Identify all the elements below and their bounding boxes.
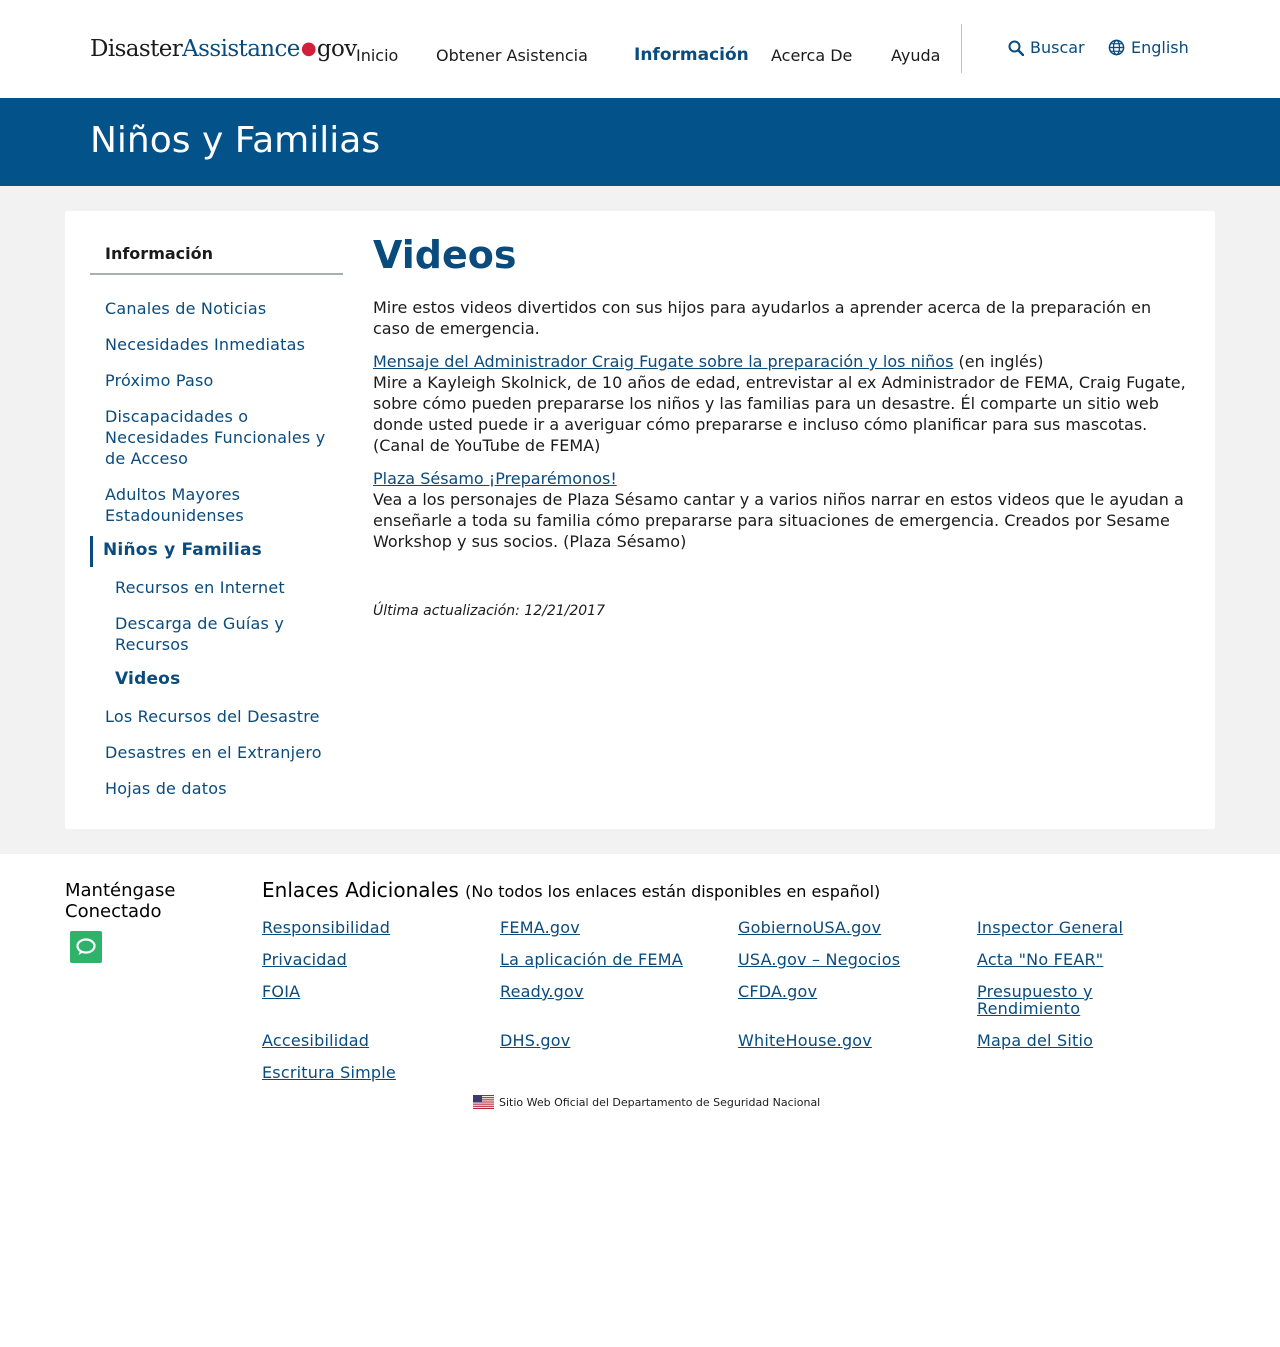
sidebar-divider bbox=[90, 273, 343, 275]
nav-inicio[interactable]: Inicio bbox=[356, 46, 398, 65]
video-entry-1: Mensaje del Administrador Craig Fugate s… bbox=[373, 351, 1188, 456]
footer-link-dhs[interactable]: DHS.gov bbox=[500, 1032, 700, 1049]
footer-link-presupuesto[interactable]: Presupuesto y Rendimiento bbox=[977, 983, 1127, 1017]
sidebar-item-ninos-familias[interactable]: Niños y Familias bbox=[103, 540, 338, 561]
footer-link-escritura-simple[interactable]: Escritura Simple bbox=[262, 1064, 462, 1081]
stay-connected-heading: Manténgase Conectado bbox=[65, 880, 176, 922]
sidebar-active-indicator bbox=[90, 536, 93, 567]
footer-link-privacidad[interactable]: Privacidad bbox=[262, 951, 462, 968]
nav-informacion[interactable]: Información bbox=[634, 45, 749, 65]
footer-link-cfda[interactable]: CFDA.gov bbox=[738, 983, 938, 1000]
site-logo[interactable]: DisasterAssistance●gov bbox=[90, 36, 357, 62]
sidebar-item-recursos-desastre[interactable]: Los Recursos del Desastre bbox=[105, 706, 340, 727]
sidebar-item-discapacidades[interactable]: Discapacidades o Necesidades Funcionales… bbox=[105, 406, 340, 469]
footer-link-ready[interactable]: Ready.gov bbox=[500, 983, 700, 1000]
chat-bubble-icon bbox=[76, 938, 96, 955]
footer-link-foia[interactable]: FOIA bbox=[262, 983, 462, 1000]
sidebar-item-proximo-paso[interactable]: Próximo Paso bbox=[105, 370, 340, 391]
footer-link-usa-negocios[interactable]: USA.gov – Negocios bbox=[738, 951, 938, 968]
sidebar-item-adultos-mayores[interactable]: Adultos Mayores Estadounidenses bbox=[105, 484, 340, 526]
footer-link-fema-app[interactable]: La aplicación de FEMA bbox=[500, 951, 700, 968]
official-site-notice: Sitio Web Oficial del Departamento de Se… bbox=[473, 1095, 820, 1109]
content-heading: Videos bbox=[373, 233, 517, 277]
last-updated: Última actualización: 12/21/2017 bbox=[373, 603, 605, 619]
footer-link-accesibilidad[interactable]: Accesibilidad bbox=[262, 1032, 462, 1049]
sidebar-subitem-videos[interactable]: Videos bbox=[115, 669, 350, 690]
search-button[interactable]: Buscar bbox=[1008, 38, 1085, 57]
additional-links-heading: Enlaces Adicionales (No todos los enlace… bbox=[262, 878, 881, 902]
video-link-fugate[interactable]: Mensaje del Administrador Craig Fugate s… bbox=[373, 352, 953, 371]
language-toggle[interactable]: English bbox=[1108, 38, 1189, 57]
sidebar-item-necesidades[interactable]: Necesidades Inmediatas bbox=[105, 334, 340, 355]
page-banner: Niños y Familias bbox=[0, 98, 1280, 186]
site-header: DisasterAssistance●gov Inicio Obtener As… bbox=[0, 0, 1280, 98]
footer-link-gobiernousa[interactable]: GobiernoUSA.gov bbox=[738, 919, 938, 936]
video-link-plaza-sesamo[interactable]: Plaza Sésamo ¡Preparémonos! bbox=[373, 469, 617, 488]
us-flag-icon bbox=[473, 1095, 494, 1109]
sidebar-item-canales[interactable]: Canales de Noticias bbox=[105, 298, 340, 319]
chat-button[interactable] bbox=[70, 931, 102, 963]
nav-obtener-asistencia[interactable]: Obtener Asistencia bbox=[436, 46, 588, 65]
sidebar-title: Información bbox=[105, 244, 214, 263]
language-label: English bbox=[1131, 38, 1189, 57]
footer-link-no-fear[interactable]: Acta "No FEAR" bbox=[977, 951, 1177, 968]
sidebar-subitem-descarga-guias[interactable]: Descarga de Guías y Recursos bbox=[115, 613, 315, 655]
intro-paragraph: Mire estos videos divertidos con sus hij… bbox=[373, 298, 1152, 338]
footer-link-mapa-sitio[interactable]: Mapa del Sitio bbox=[977, 1032, 1177, 1049]
sidebar-subitem-recursos-internet[interactable]: Recursos en Internet bbox=[115, 577, 350, 598]
footer-link-responsibilidad[interactable]: Responsibilidad bbox=[262, 919, 462, 936]
sidebar-item-hojas-datos[interactable]: Hojas de datos bbox=[105, 778, 340, 799]
footer-link-fema[interactable]: FEMA.gov bbox=[500, 919, 700, 936]
video-description-1: Mire a Kayleigh Skolnick, de 10 años de … bbox=[373, 373, 1186, 455]
footer-link-inspector-general[interactable]: Inspector General bbox=[977, 919, 1177, 936]
globe-icon bbox=[1108, 39, 1125, 56]
footer-link-whitehouse[interactable]: WhiteHouse.gov bbox=[738, 1032, 938, 1049]
sidebar-item-desastres-extranjero[interactable]: Desastres en el Extranjero bbox=[105, 742, 340, 763]
nav-divider bbox=[961, 24, 962, 73]
official-site-text: Sitio Web Oficial del Departamento de Se… bbox=[499, 1095, 821, 1109]
video-description-2: Vea a los personajes de Plaza Sésamo can… bbox=[373, 490, 1184, 551]
page-title: Niños y Familias bbox=[90, 120, 381, 161]
nav-ayuda[interactable]: Ayuda bbox=[891, 46, 940, 65]
video-link-lang-note: (en inglés) bbox=[953, 352, 1044, 371]
nav-acerca-de[interactable]: Acerca De bbox=[771, 46, 852, 65]
search-label: Buscar bbox=[1030, 38, 1085, 57]
video-entry-2: Plaza Sésamo ¡Preparémonos! Vea a los pe… bbox=[373, 468, 1188, 552]
search-icon bbox=[1008, 40, 1024, 56]
